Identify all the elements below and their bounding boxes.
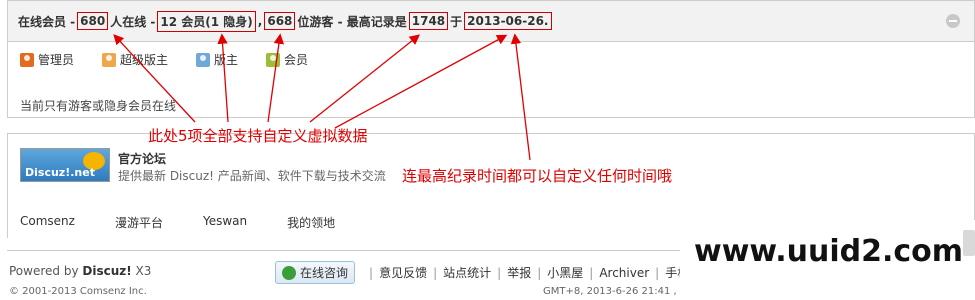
- arrow-total: [113, 34, 196, 123]
- arrow-guests: [267, 33, 285, 123]
- arrow-record: [309, 34, 421, 123]
- annotation-custom-data: 此处5项全部支持自定义虚拟数据: [148, 127, 368, 145]
- arrow-members: [217, 33, 229, 123]
- annotation-arrows: [113, 33, 531, 161]
- annotation-custom-time: 连最高纪录时间都可以自定义任何时间哦: [402, 167, 673, 185]
- arrow-date-2: [510, 33, 531, 161]
